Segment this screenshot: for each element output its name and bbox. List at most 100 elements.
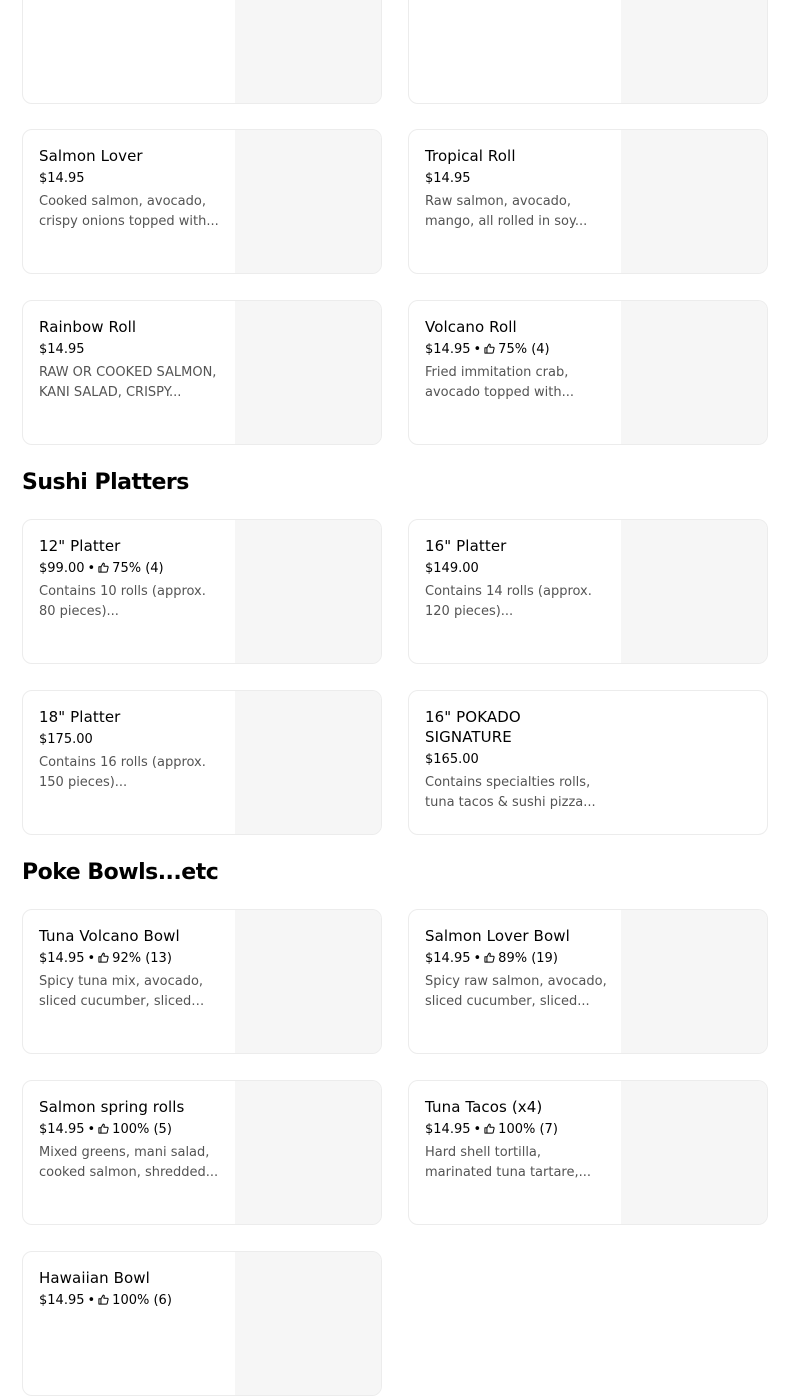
item-price: $14.95 (425, 342, 471, 357)
menu-item-card[interactable]: Tuna Volcano Bowl $14.95 • 92% (13) Spicy tu… (22, 909, 382, 1054)
menu-item-card[interactable]: Salmon spring rolls $14.95 • 100% (5) Mixed … (22, 1080, 382, 1225)
item-meta: $14.95 (39, 171, 223, 187)
item-name: Salmon Lover (39, 147, 143, 165)
item-price: $14.95 (39, 171, 85, 186)
item-description: Cooked salmon, avocado, crispy onions to… (39, 194, 219, 229)
item-info: Rainbow Roll $14.95 RAW OR COOKED SALMON, … (39, 301, 223, 403)
item-info: 18" Platter $175.00 Contains 16 rolls (app… (39, 691, 223, 793)
item-description: Spicy tuna mix, avocado, sliced cucumber… (39, 974, 204, 1009)
item-price: $14.95 (425, 951, 471, 966)
item-price: $14.95 (425, 171, 471, 186)
item-description: Contains specialties rolls, tuna tacos &… (425, 775, 596, 810)
item-description: Mixed greens, mani salad, cooked salmon,… (39, 1145, 219, 1180)
item-image (235, 1252, 381, 1395)
meta-separator: • (473, 951, 482, 966)
menu-item-card[interactable]: 12" Platter $99.00 • 75% (4) Contains 10 rol… (22, 519, 382, 664)
menu-item-card[interactable]: $12.95•100% (3)Shredded imitation crab s… (408, 0, 768, 104)
item-info: Tuna Volcano Bowl $14.95 • 92% (13) Spicy tu… (39, 910, 223, 1012)
item-info: 16" POKADO SIGNATURE $165.00 Contains spec… (425, 691, 609, 813)
item-info: Salmon Lover $14.95 Cooked salmon, avocado… (39, 130, 223, 232)
item-price: $165.00 (425, 752, 479, 767)
thumbs-up-icon (484, 1123, 495, 1134)
item-meta: $14.95 • 100% (5) (39, 1122, 223, 1138)
meta-separator: • (473, 342, 482, 357)
item-name: Salmon Lover Bowl (425, 927, 570, 945)
item-meta: $165.00 (425, 752, 609, 768)
thumbs-up-icon (98, 1294, 109, 1305)
item-rating: 89% (19) (498, 951, 558, 966)
item-name: Hawaiian Bowl (39, 1269, 150, 1287)
section-title: Sushi Platters (22, 470, 189, 495)
item-info: Salmon spring rolls $14.95 • 100% (5) Mixed … (39, 1081, 223, 1183)
item-name: Tuna Tacos (x4) (425, 1098, 543, 1116)
item-info: Tuna Tacos (x4) $14.95 • 100% (7) Hard shell… (425, 1081, 609, 1183)
item-description: Raw salmon, avocado, mango, all rolled i… (425, 194, 588, 229)
item-price: $99.00 (39, 561, 85, 576)
item-rating: 75% (4) (498, 342, 550, 357)
item-info: 16" Platter $149.00 Contains 14 rolls (app… (425, 520, 609, 622)
item-image (621, 301, 767, 444)
item-rating: 100% (5) (112, 1122, 172, 1137)
item-meta: $14.95 (39, 342, 223, 358)
item-price: $149.00 (425, 561, 479, 576)
item-rating: 75% (4) (112, 561, 164, 576)
item-name: 12" Platter (39, 537, 121, 555)
item-meta: $14.95 • 89% (19) (425, 951, 609, 967)
menu-item-card[interactable]: 16" Platter $149.00 Contains 14 rolls (app… (408, 519, 768, 664)
meta-separator: • (87, 1122, 96, 1137)
item-meta: $175.00 (39, 732, 223, 748)
item-info: Salmon Lover Bowl $14.95 • 89% (19) Spicy ra… (425, 910, 609, 1012)
menu-item-card[interactable]: Rainbow Roll $14.95 RAW OR COOKED SALMON, … (22, 300, 382, 445)
item-image (621, 130, 767, 273)
thumbs-up-icon (484, 343, 495, 354)
meta-separator: • (87, 1293, 96, 1308)
menu-item-card[interactable]: $14.95•80% (5)Raw chopped spicy salmon, … (22, 0, 382, 104)
item-name: Tropical Roll (425, 147, 516, 165)
item-meta: $14.95 • 100% (6) (39, 1293, 223, 1309)
item-description: Fried immitation crab, avocado topped wi… (425, 365, 574, 400)
menu-item-card[interactable]: Salmon Lover $14.95 Cooked salmon, avocado… (22, 129, 382, 274)
item-image (621, 910, 767, 1053)
item-description: Spicy raw salmon, avocado, sliced cucumb… (425, 974, 607, 1009)
item-description: RAW OR COOKED SALMON, KANI SALAD, CRISPY… (39, 365, 217, 400)
item-name: Tuna Volcano Bowl (39, 927, 180, 945)
item-name: 18" Platter (39, 708, 121, 726)
thumbs-up-icon (484, 952, 495, 963)
item-description: Contains 14 rolls (approx. 120 pieces)..… (425, 584, 592, 619)
item-price: $14.95 (39, 1293, 85, 1308)
item-rating: 92% (13) (112, 951, 172, 966)
item-image (621, 0, 767, 103)
item-price: $14.95 (39, 1122, 85, 1137)
item-meta: $14.95 • 92% (13) (39, 951, 223, 967)
menu-item-card[interactable]: 18" Platter $175.00 Contains 16 rolls (app… (22, 690, 382, 835)
item-meta: $14.95 • 75% (4) (425, 342, 609, 358)
item-name: Volcano Roll (425, 318, 517, 336)
item-price: $14.95 (39, 342, 85, 357)
item-description: Contains 16 rolls (approx. 150 pieces)..… (39, 755, 206, 790)
item-meta: $14.95 (425, 171, 609, 187)
item-image (235, 520, 381, 663)
item-meta: $99.00 • 75% (4) (39, 561, 223, 577)
thumbs-up-icon (98, 562, 109, 573)
menu-item-card[interactable]: Salmon Lover Bowl $14.95 • 89% (19) Spicy ra… (408, 909, 768, 1054)
item-price: $14.95 (425, 1122, 471, 1137)
item-price: $14.95 (39, 951, 85, 966)
item-name: 16" POKADO SIGNATURE (425, 708, 521, 746)
meta-separator: • (87, 561, 96, 576)
item-info: 12" Platter $99.00 • 75% (4) Contains 10 rol… (39, 520, 223, 622)
item-image (235, 301, 381, 444)
menu-item-card[interactable]: Hawaiian Bowl $14.95 • 100% (6) (22, 1251, 382, 1396)
menu-item-card[interactable]: 16" POKADO SIGNATURE $165.00 Contains spec… (408, 690, 768, 835)
thumbs-up-icon (98, 1123, 109, 1134)
menu-item-card[interactable]: Volcano Roll $14.95 • 75% (4) Fried immitati… (408, 300, 768, 445)
menu-item-card[interactable]: Tropical Roll $14.95 Raw salmon, avocado, … (408, 129, 768, 274)
item-image (235, 0, 381, 103)
item-rating: 100% (7) (498, 1122, 558, 1137)
item-description: Contains 10 rolls (approx. 80 pieces)... (39, 584, 206, 619)
menu-item-card[interactable]: Tuna Tacos (x4) $14.95 • 100% (7) Hard shell… (408, 1080, 768, 1225)
item-image (235, 910, 381, 1053)
item-image (621, 520, 767, 663)
item-meta: $14.95 • 100% (7) (425, 1122, 609, 1138)
item-meta: $149.00 (425, 561, 609, 577)
meta-separator: • (473, 1122, 482, 1137)
